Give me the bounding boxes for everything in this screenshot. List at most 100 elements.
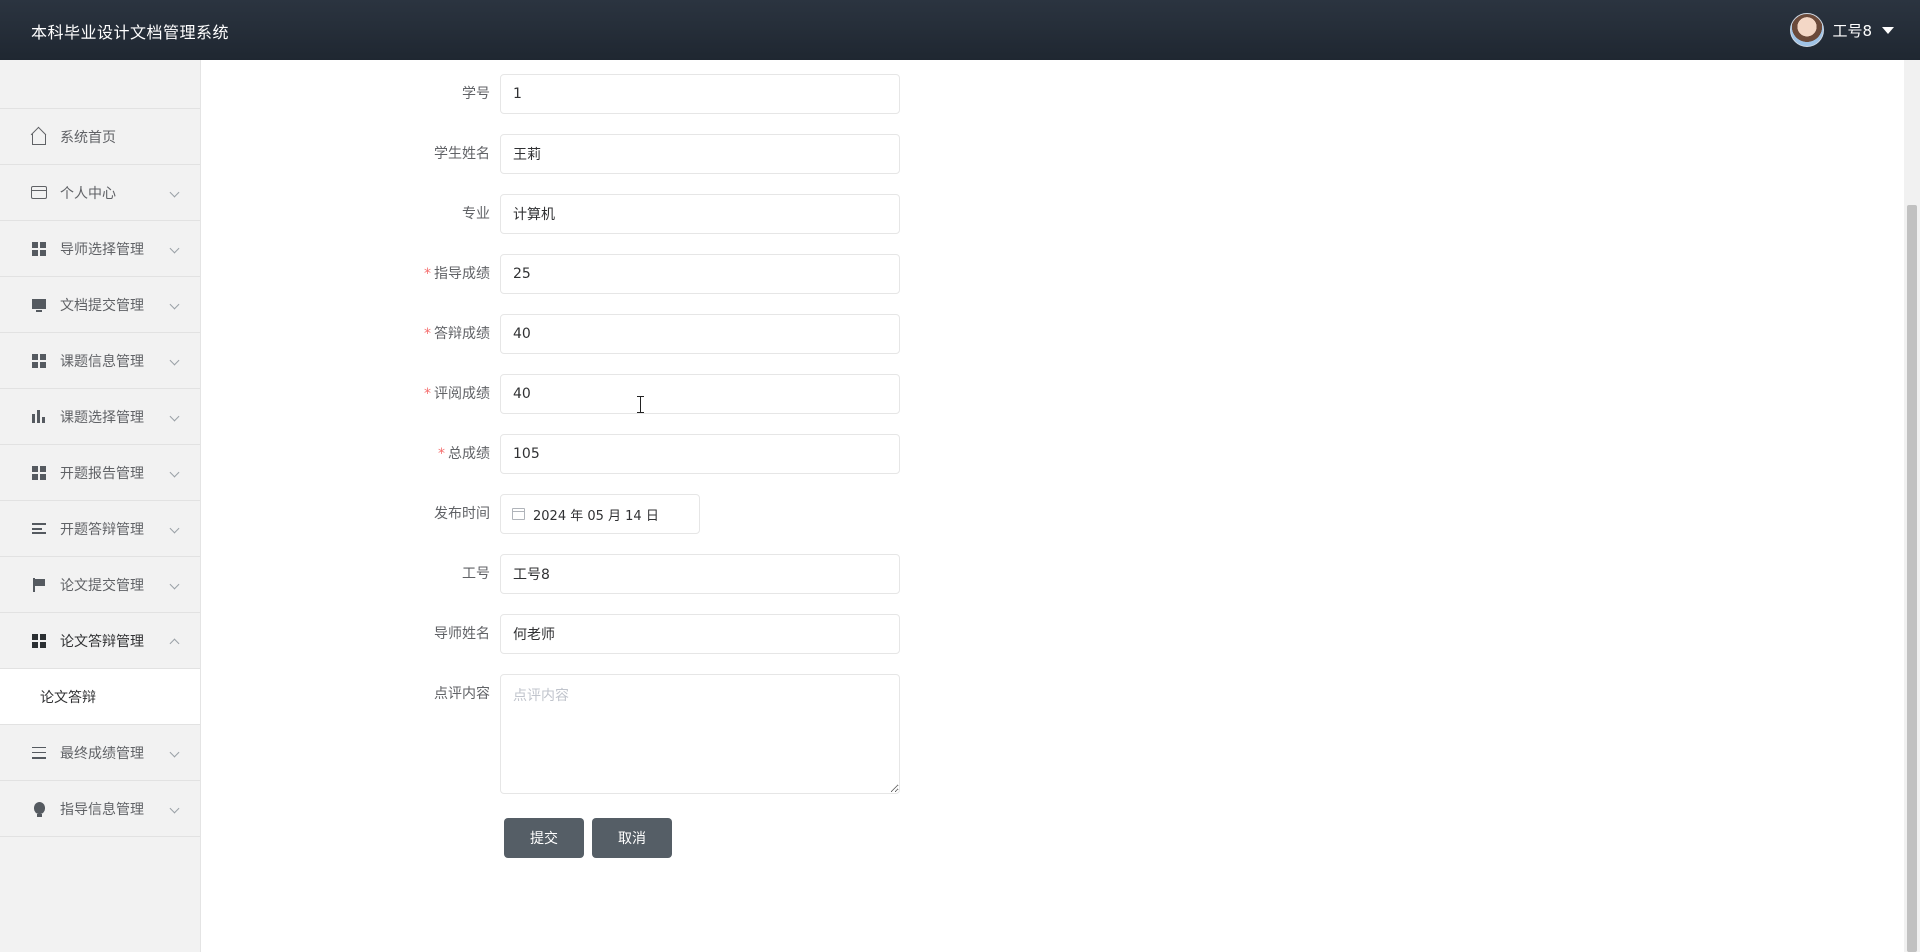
form-row-staff-id: 工号 (300, 554, 900, 596)
chevron-down-icon (169, 299, 180, 310)
user-menu[interactable]: 工号8 (1790, 12, 1894, 48)
form-row-student-id: 学号 (300, 74, 900, 116)
defense-score-input[interactable] (500, 314, 900, 354)
chevron-down-icon (169, 187, 180, 198)
comment-label: 点评内容 (434, 686, 490, 702)
defense-score-label-text: 答辩成绩 (434, 326, 490, 342)
sidebar-item-label: 文档提交管理 (60, 297, 144, 314)
review-score-input[interactable] (500, 374, 900, 414)
sidebar: 系统首页 个人中心 导师选择管理 文档提交管理 课题信息管理 课题选择管理 开题… (0, 60, 201, 952)
list-icon (31, 521, 47, 537)
student-id-input[interactable] (500, 74, 900, 114)
grid-icon (31, 241, 47, 257)
sidebar-item-tutor-selection[interactable]: 导师选择管理 (0, 221, 200, 277)
student-name-input[interactable] (500, 134, 900, 174)
cancel-button[interactable]: 取消 (592, 818, 672, 858)
staff-id-input[interactable] (500, 554, 900, 594)
chevron-down-icon (169, 411, 180, 422)
bar-chart-icon (31, 409, 47, 425)
form-row-review-score: * 评阅成绩 (300, 374, 900, 416)
publish-time-label: 发布时间 (434, 506, 490, 522)
sidebar-item-label: 论文提交管理 (60, 577, 144, 594)
sidebar-item-label: 最终成绩管理 (60, 745, 144, 762)
student-id-label: 学号 (462, 86, 490, 102)
caret-down-icon[interactable] (1882, 26, 1894, 34)
sidebar-item-final-score[interactable]: 最终成绩管理 (0, 725, 200, 781)
required-mark: * (438, 446, 445, 462)
flag-icon (31, 577, 47, 593)
sidebar-item-topic-selection[interactable]: 课题选择管理 (0, 389, 200, 445)
calendar-icon (512, 508, 525, 520)
tutor-name-label: 导师姓名 (434, 626, 490, 642)
sidebar-item-label: 指导信息管理 (60, 801, 144, 818)
form-row-comment: 点评内容 (300, 674, 900, 796)
chevron-down-icon (169, 803, 180, 814)
sliders-icon (31, 745, 47, 761)
form-row-total-score: * 总成绩 (300, 434, 900, 476)
publish-date-picker[interactable]: 2024 年 05 月 14 日 (500, 494, 700, 534)
submit-button[interactable]: 提交 (504, 818, 584, 858)
chevron-up-icon (169, 638, 180, 649)
form-row-major: 专业 (300, 194, 900, 236)
sidebar-item-label: 导师选择管理 (60, 241, 144, 258)
major-label: 专业 (462, 206, 490, 222)
avatar[interactable] (1790, 13, 1825, 47)
student-name-label: 学生姓名 (434, 146, 490, 162)
id-card-icon (31, 185, 47, 201)
sidebar-item-personal-center[interactable]: 个人中心 (0, 165, 200, 221)
sidebar-item-label: 开题答辩管理 (60, 521, 144, 538)
publish-date-value: 2024 年 05 月 14 日 (533, 508, 659, 524)
sidebar-item-proposal-defense[interactable]: 开题答辩管理 (0, 501, 200, 557)
form-row-student-name: 学生姓名 (300, 134, 900, 176)
grid-icon (31, 353, 47, 369)
sidebar-item-home[interactable]: 系统首页 (0, 108, 200, 165)
chevron-down-icon (169, 243, 180, 254)
sidebar-item-label: 系统首页 (60, 129, 116, 146)
chevron-down-icon (169, 523, 180, 534)
chevron-down-icon (169, 467, 180, 478)
staff-id-label: 工号 (462, 566, 490, 582)
monitor-icon (31, 297, 47, 313)
guidance-score-input[interactable] (500, 254, 900, 294)
required-mark: * (424, 266, 431, 282)
grid-icon (31, 633, 47, 649)
required-mark: * (424, 326, 431, 342)
sidebar-item-topic-info[interactable]: 课题信息管理 (0, 333, 200, 389)
submenu-item-thesis-defense[interactable]: 论文答辩 (0, 669, 200, 725)
bulb-icon (31, 801, 47, 817)
top-header: 本科毕业设计文档管理系统 工号8 (0, 0, 1920, 60)
review-score-label-text: 评阅成绩 (434, 386, 490, 402)
sidebar-item-label: 论文答辩管理 (60, 633, 144, 650)
review-score-label: * 评阅成绩 (424, 374, 490, 414)
sidebar-item-label: 课题信息管理 (60, 353, 144, 370)
form-row-tutor-name: 导师姓名 (300, 614, 900, 656)
chevron-down-icon (169, 355, 180, 366)
guidance-score-label: * 指导成绩 (424, 254, 490, 294)
app-title: 本科毕业设计文档管理系统 (31, 23, 230, 42)
required-mark: * (424, 386, 431, 402)
sidebar-item-guidance-info[interactable]: 指导信息管理 (0, 781, 200, 837)
chevron-down-icon (169, 747, 180, 758)
total-score-label-text: 总成绩 (448, 446, 490, 462)
form-row-publish-time: 发布时间 2024 年 05 月 14 日 (300, 494, 900, 536)
scrollbar-thumb[interactable] (1907, 205, 1917, 952)
total-score-input[interactable] (500, 434, 900, 474)
text-cursor-icon (636, 396, 645, 413)
home-icon (31, 129, 47, 145)
page-scrollbar[interactable] (1904, 60, 1920, 952)
guidance-score-label-text: 指导成绩 (434, 266, 490, 282)
sidebar-item-label: 开题报告管理 (60, 465, 144, 482)
total-score-label: * 总成绩 (438, 434, 490, 474)
sidebar-item-label: 课题选择管理 (60, 409, 144, 426)
sidebar-item-thesis-defense[interactable]: 论文答辩管理 (0, 613, 200, 669)
sidebar-item-proposal-report[interactable]: 开题报告管理 (0, 445, 200, 501)
grid-icon (31, 465, 47, 481)
sidebar-item-thesis-submission[interactable]: 论文提交管理 (0, 557, 200, 613)
tutor-name-input[interactable] (500, 614, 900, 654)
sidebar-item-document-submission[interactable]: 文档提交管理 (0, 277, 200, 333)
user-name[interactable]: 工号8 (1832, 20, 1872, 41)
major-input[interactable] (500, 194, 900, 234)
comment-textarea[interactable] (500, 674, 900, 794)
sidebar-item-label: 个人中心 (60, 185, 116, 202)
chevron-down-icon (169, 579, 180, 590)
